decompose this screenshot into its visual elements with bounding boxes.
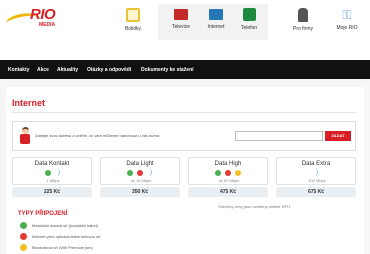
nav-bolidky-label: Bolidky [124,26,142,32]
menu-item-akce[interactable]: Akce [37,67,49,73]
menu-item-otazky[interactable]: Otázky a odpovědi [87,67,131,73]
connection-type-label: Bezdrátová síť (Wifi Premium jsm) [32,245,93,250]
tariff-card: Data Kontakt ) 1 Mbps [12,157,92,185]
wifi-icon: ) [58,170,60,176]
metallic-network-icon [215,170,221,176]
person-icon [298,8,308,22]
content-area: Internet Zadejte svou adresu a ověřte, c… [0,79,370,254]
nav-televize-label: Televize [171,24,191,30]
tariff-price: 675 Kč [276,187,356,197]
optical-network-icon [137,170,143,176]
metallic-network-icon [20,222,27,229]
title-divider [12,112,356,113]
tariff-connection-icons: ) [297,170,337,177]
tariff-data-kontakt[interactable]: Data Kontakt ) 1 Mbps 225 Kč [12,157,92,197]
tariff-data-high[interactable]: Data High až 60 Mbps 475 Kč [188,157,268,197]
metallic-network-icon [45,170,51,176]
tariff-name: Data Light [126,161,154,167]
laptop-icon [209,9,223,20]
connection-type-label: Metalická datová síť (koaxiální kabel) [32,223,98,228]
nav-internet-label: Internet [207,24,225,30]
tariff-name: Data Kontakt [34,161,70,167]
nav-telefon[interactable]: Telefon [236,8,262,38]
menu-item-aktuality[interactable]: Aktuality [57,67,78,73]
tariff-connection-icons: ) [33,170,73,177]
site-header: RIO MEDIA Bolidky Televize Internet Tele… [0,0,370,50]
tv-icon [174,9,188,20]
page-title: Internet [12,98,46,108]
key-icon: ⚿ [342,8,352,22]
address-check-text: Zadejte svou adresu a ověřte, co vám můž… [35,133,161,138]
nav-bolidky[interactable]: Bolidky [118,8,148,38]
nav-televize[interactable]: Televize [168,8,194,38]
optical-network-icon [225,170,231,176]
tariff-speed: 100 Mbps [308,178,326,183]
tariff-price: 350 Kč [100,187,180,197]
wireless-network-icon [235,170,241,176]
logo-sub-text: MEDIA [39,22,56,28]
wireless-network-icon [20,244,27,251]
tariff-speed: 1 Mbps [46,178,60,183]
address-check-box: Zadejte svou adresu a ověřte, co vám můž… [12,121,356,151]
address-submit-button[interactable]: ZADAT [325,131,351,141]
tariff-list: Data Kontakt ) 1 Mbps 225 Kč Data Light … [12,157,356,197]
nav-moje-rio[interactable]: ⚿ Moje RIO [332,8,362,38]
main-menu: Kontakty Akce Aktuality Otázky a odpověd… [0,60,370,79]
assistant-figure-icon [19,127,31,145]
tariff-data-light[interactable]: Data Light ) až 10 Mbps 350 Kč [100,157,180,197]
tariff-price: 225 Kč [12,187,92,197]
logo-main-text: RIO [30,6,56,23]
nav-moje-rio-label: Moje RIO [336,25,358,31]
optical-network-icon [20,233,27,240]
connection-type-label: Internet přes optickou/ethernetovou síť [32,234,101,239]
tariff-card: Data High až 60 Mbps [188,157,268,185]
tariff-speed: až 60 Mbps [218,178,240,183]
tariff-speed: až 10 Mbps [130,178,152,183]
tariff-connection-icons: ) [121,170,161,177]
tariff-name: Data Extra [301,161,331,167]
menu-item-kontakty[interactable]: Kontakty [8,67,29,73]
tariff-card: Data Extra ) 100 Mbps [276,157,356,185]
wifi-icon: ) [316,170,318,176]
car-icon [126,8,140,22]
wifi-icon: ) [150,170,152,176]
connection-types-title: TYPY PŘIPOJENÍ [18,211,68,217]
tariff-name: Data High [214,161,242,167]
nav-pro-firmy-label: Pro firmy [293,26,313,32]
tariff-connection-icons [209,170,249,177]
tariff-price: 475 Kč [188,187,268,197]
menu-item-dokumenty[interactable]: Dokumenty ke stažení [141,67,194,73]
nav-internet[interactable]: Internet [203,8,229,38]
rio-media-logo[interactable]: RIO MEDIA [5,6,72,40]
metallic-network-icon [127,170,133,176]
tariff-card: Data Light ) až 10 Mbps [100,157,180,185]
nav-telefon-label: Telefon [240,25,258,31]
nav-pro-firmy[interactable]: Pro firmy [290,8,316,38]
phone-icon [242,8,256,21]
vat-note: Všechny ceny jsou uvedeny včetně DPH. [218,204,292,209]
tariff-data-extra[interactable]: Data Extra ) 100 Mbps 675 Kč [276,157,356,197]
main-panel: Internet Zadejte svou adresu a ověřte, c… [6,87,364,254]
address-input[interactable] [235,131,323,141]
